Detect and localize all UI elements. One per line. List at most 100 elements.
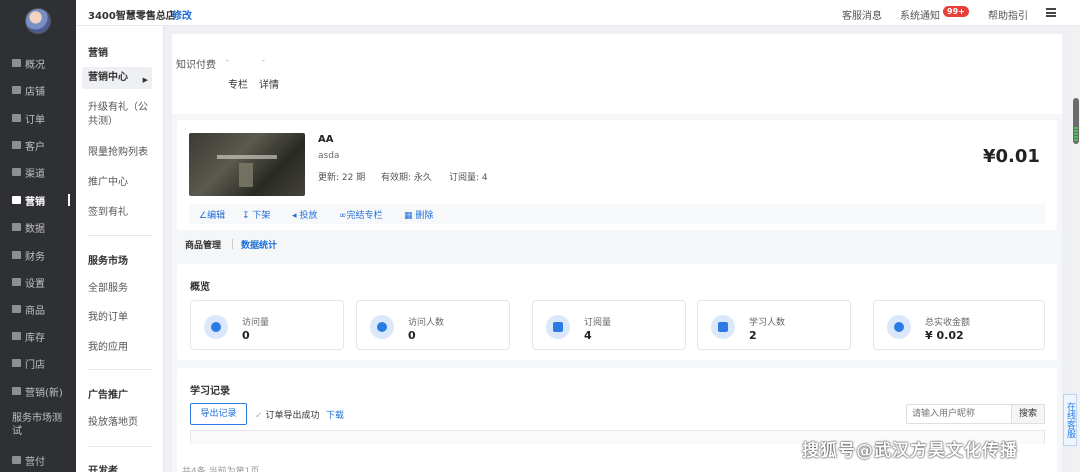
product-thumbnail [189,133,305,196]
subnav-item-my-orders[interactable]: 我的订单 [88,311,152,325]
shop-icon [12,86,21,94]
stat-value: 0 [242,329,250,342]
product-updates: 更新: 22 期 [318,173,366,183]
decorative-mark: - [262,56,265,65]
active-indicator [68,194,70,206]
pay-icon [12,456,21,464]
subnav-item-flash-sale[interactable]: 限量抢购列表 [88,146,152,160]
edit-shop-link[interactable]: 修改 [172,7,192,22]
subnav-item-my-apps[interactable]: 我的应用 [88,341,152,355]
overview-title: 概览 [190,282,210,293]
subnav-item-marketing-center[interactable]: 营销中心 ▶ [82,67,152,89]
subnav-item-checkin-gift[interactable]: 签到有礼 [88,206,152,220]
channel-icon [12,168,21,176]
data-icon [12,223,21,231]
sidebar-item-pay[interactable]: 营付 [0,450,76,470]
eye-icon [204,315,228,339]
divider [88,235,152,236]
records-title: 学习记录 [190,386,230,397]
bookmark-icon [546,315,570,339]
download-link[interactable]: 下载 [326,408,344,421]
customer-messages-link[interactable]: 客服消息 [842,7,882,22]
sidebar-item-shop[interactable]: 店铺 [0,80,76,100]
system-notifications-link[interactable]: 系统通知 [900,7,940,22]
stat-visitors: 访问人数 0 [356,300,510,350]
finance-icon [12,251,21,259]
stat-value: 0 [408,329,416,342]
store-icon [12,359,21,367]
page-header: - - 知识付费 专栏 详情 [172,34,1062,114]
sidebar-item-overview[interactable]: 概况 [0,53,76,73]
stat-value: 4 [584,329,592,342]
product-subtitle: asda [318,151,340,161]
tab-data-statistics[interactable]: 数据统计 [241,238,277,251]
online-service-tab[interactable]: 在线客服 [1063,394,1077,446]
stat-total-revenue: 总实收金额 ¥ 0.02 [873,300,1045,350]
subnav-item-all-services[interactable]: 全部服务 [88,282,152,296]
customer-icon [12,141,21,149]
product-subscriptions: 订阅量: 4 [449,173,488,183]
book-icon [711,315,735,339]
stat-value: 2 [749,329,757,342]
sidebar-item-customers[interactable]: 客户 [0,135,76,155]
gear-icon [12,278,21,286]
stat-value: ¥ 0.02 [925,329,964,342]
sidebar-item-service-market-test[interactable]: 服务市场测试 [0,410,70,440]
launch-button[interactable]: ◂ 投放 [292,208,317,221]
search-button[interactable]: 搜索 [1011,404,1045,424]
sidebar-item-marketing-new[interactable]: 营销(新) [0,381,76,401]
sidebar-item-marketing[interactable]: 营销 [0,190,76,210]
export-status: ✓ 订单导出成功 [255,411,320,421]
subnav-item-landing-page[interactable]: 投放落地页 [88,416,152,430]
sidebar-item-finance[interactable]: 财务 [0,245,76,265]
hamburger-menu-icon[interactable] [1046,8,1056,17]
user-icon [370,315,394,339]
check-icon: ✓ [255,411,263,421]
finish-column-button[interactable]: ∞完结专栏 [339,208,383,221]
product-actions: ∠编辑 ↧ 下架 ◂ 投放 ∞完结专栏 ▦ 删除 [189,204,1045,224]
sidebar-item-inventory[interactable]: 库存 [0,326,76,346]
sidebar-item-channels[interactable]: 渠道 [0,162,76,182]
sidebar-item-data[interactable]: 数据 [0,217,76,237]
tab-goods-management[interactable]: 商品管理 [185,238,221,251]
sidebar-item-settings[interactable]: 设置 [0,272,76,292]
goods-icon [12,305,21,313]
coin-icon [887,315,911,339]
product-validity: 有效期: 永久 [381,173,432,183]
product-title: AA [318,134,334,145]
delete-button[interactable]: ▦ 删除 [404,208,433,221]
trash-icon: ▦ [404,211,416,221]
stat-label: 访问人数 [408,318,445,328]
avatar[interactable] [25,8,51,34]
divider [88,446,152,447]
edit-button[interactable]: ∠编辑 [199,208,225,221]
breadcrumb-detail: 详情 [259,80,279,91]
section-title-marketing: 营销 [88,48,108,59]
marketing-icon [12,387,21,395]
chart-icon [12,196,21,204]
scrollbar-grip [1074,127,1078,141]
help-guide-link[interactable]: 帮助指引 [988,7,1028,22]
sidebar-item-stores[interactable]: 门店 [0,353,76,373]
stat-subscriptions: 订阅量 4 [532,300,686,350]
search-input[interactable] [906,404,1012,424]
product-price: ¥0.01 [983,146,1040,167]
secondary-sidebar: 营销 营销中心 ▶ 升级有礼（公共测） 限量抢购列表 推广中心 签到有礼 服务市场… [76,0,164,472]
subnav-item-upgrade-gift[interactable]: 升级有礼（公共测） [88,101,152,129]
take-down-button[interactable]: ↧ 下架 [242,208,270,221]
page-title: 知识付费 [176,60,216,71]
order-icon [12,114,21,122]
divider [232,239,233,249]
sidebar-item-goods[interactable]: 商品 [0,299,76,319]
section-title-developer: 开发者 [88,466,118,472]
product-card: AA asda 更新: 22 期 有效期: 永久 订阅量: 4 ¥0.01 ∠编… [177,120,1057,230]
caret-right-icon: ▶ [142,76,148,84]
inventory-icon [12,332,21,340]
export-records-button[interactable]: 导出记录 [190,403,247,425]
subnav-item-promotion-center[interactable]: 推广中心 [88,176,152,190]
stat-visits: 访问量 0 [190,300,344,350]
breadcrumb-column[interactable]: 专栏 [228,76,248,91]
sidebar-item-orders[interactable]: 订单 [0,108,76,128]
stat-label: 总实收金额 [925,318,971,328]
divider [88,369,152,370]
